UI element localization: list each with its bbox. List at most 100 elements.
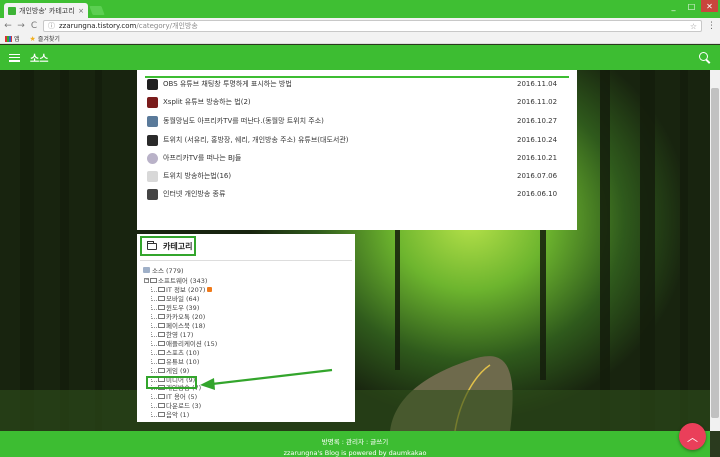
tree-branch — [151, 358, 157, 364]
folder-icon — [158, 313, 165, 319]
folder-icon — [158, 358, 165, 364]
chevron-up-icon: ︿ — [687, 430, 698, 444]
post-title[interactable]: OBS 유튜브 채팅창 투명하게 표시하는 방법 — [163, 79, 517, 89]
forward-button[interactable]: → — [17, 21, 25, 31]
new-badge-icon — [207, 286, 213, 292]
post-title[interactable]: 트위치 방송하는법(16) — [163, 171, 517, 181]
post-thumbnail — [147, 188, 158, 200]
tree-branch — [151, 367, 157, 373]
expand-icon[interactable]: − — [144, 277, 149, 283]
back-button[interactable]: ← — [4, 21, 12, 31]
post-title[interactable]: 인터넷 개인방송 종류 — [163, 189, 517, 199]
folder-icon — [158, 322, 165, 328]
post-row[interactable]: 트위치 방송하는법(16) 2016.07.06 — [147, 168, 567, 184]
post-row[interactable]: 아프리카TV를 떠나는 BJ들 2016.10.21 — [147, 150, 567, 166]
category-root[interactable]: 소스 (779) — [143, 265, 184, 275]
post-title[interactable]: 동월망님도 아프리카TV를 떠난다.(동월망 트위치 주소) — [163, 116, 517, 126]
post-thumbnail — [147, 96, 158, 108]
window-controls: _ □ ✕ — [665, 0, 718, 12]
browser-tabstrip: 개인방송' 카테고리의 × _ □ ✕ — [0, 0, 720, 18]
browser-toolbar: ← → C ⓘ zzarungna.tistory.com/category/개… — [0, 18, 720, 34]
post-title[interactable]: 트위치 (서유리, 홍방장, 쉐리, 개인방송 주소) 유튜브(대도서관) — [163, 135, 517, 145]
post-title[interactable]: 아프리카TV를 떠나는 BJ들 — [163, 153, 517, 163]
folder-icon — [158, 367, 165, 373]
category-root-label: 소스 (779) — [152, 267, 184, 275]
folder-icon — [158, 286, 165, 292]
post-date: 2016.11.04 — [517, 80, 558, 88]
post-thumbnail — [147, 115, 158, 127]
tree-branch — [151, 313, 157, 319]
site-header: 소스 — [0, 45, 720, 70]
footer-credit: zzarungna's Blog is powered by daumkakao — [283, 449, 427, 457]
tab-title: 개인방송' 카테고리의 — [19, 6, 76, 15]
close-window-button[interactable]: ✕ — [701, 0, 718, 12]
new-tab-button[interactable] — [89, 6, 105, 15]
tree-branch — [151, 331, 157, 337]
scrollbar-thumb[interactable] — [711, 88, 719, 418]
tree-branch — [151, 340, 157, 346]
post-row[interactable]: OBS 유튜브 채팅창 투명하게 표시하는 방법 2016.11.04 — [147, 76, 567, 92]
minimize-button[interactable]: _ — [665, 0, 682, 12]
folder-icon — [150, 277, 157, 283]
tree-branch — [151, 295, 157, 301]
post-row[interactable]: 인터넷 개인방송 종류 2016.06.10 — [147, 186, 567, 202]
home-folder-icon — [143, 267, 150, 273]
category-item[interactable]: 음악 (1) — [151, 409, 189, 419]
post-row[interactable]: 트위치 (서유리, 홍방장, 쉐리, 개인방송 주소) 유튜브(대도서관) 20… — [147, 132, 567, 148]
post-thumbnail — [147, 78, 158, 90]
post-date: 2016.10.21 — [517, 154, 558, 162]
address-bar[interactable]: ⓘ zzarungna.tistory.com/category/개인방송 ☆ — [43, 20, 702, 32]
post-date: 2016.11.02 — [517, 98, 558, 106]
category-label: 음악 (1) — [166, 411, 190, 419]
category-heading-label: 카테고리 — [163, 241, 193, 251]
post-date: 2016.10.24 — [517, 136, 558, 144]
tree-branch — [151, 402, 157, 408]
recent-posts-panel: OBS 유튜브 채팅창 투명하게 표시하는 방법 2016.11.04 Xspl… — [137, 70, 577, 230]
tree-branch — [151, 411, 157, 417]
folder-icon — [158, 411, 165, 417]
bookmark-favorites[interactable]: ★ 즐겨찾기 — [29, 34, 60, 44]
folder-icon — [146, 240, 157, 250]
category-heading: 카테고리 — [140, 236, 196, 256]
folder-icon — [158, 340, 165, 346]
post-title[interactable]: Xsplit 유튜브 방송하는 법(2) — [163, 97, 517, 107]
annotation-arrow-icon — [200, 368, 333, 390]
search-icon[interactable] — [699, 51, 711, 64]
apps-icon — [5, 35, 12, 42]
browser-menu-icon[interactable]: ⋮ — [707, 21, 716, 31]
bookmark-label: 즐겨찾기 — [37, 36, 60, 43]
site-footer: 방명록 : 관리자 : 글쓰기 zzarungna's Blog is powe… — [0, 431, 710, 457]
bookmark-apps[interactable]: 앱 — [5, 34, 20, 43]
post-thumbnail — [147, 134, 158, 146]
tree-branch — [151, 304, 157, 310]
folder-icon — [158, 349, 165, 355]
post-date: 2016.06.10 — [517, 190, 558, 198]
url-host: zzarungna.tistory.com — [59, 22, 137, 30]
favicon-icon — [8, 6, 16, 15]
page-icon: ⓘ — [48, 22, 55, 30]
scroll-top-button[interactable]: ︿ — [679, 423, 706, 450]
tab-close-icon[interactable]: × — [78, 7, 84, 15]
maximize-button[interactable]: □ — [683, 0, 700, 12]
tree-branch — [151, 286, 157, 292]
footer-links[interactable]: 방명록 : 관리자 : 글쓰기 — [0, 436, 710, 446]
menu-icon[interactable] — [9, 53, 20, 62]
star-icon: ★ — [29, 34, 36, 43]
post-row[interactable]: 동월망님도 아프리카TV를 떠난다.(동월망 트위치 주소) 2016.10.2… — [147, 113, 567, 129]
tree-branch — [151, 322, 157, 328]
folder-icon — [158, 331, 165, 337]
post-thumbnail — [147, 152, 158, 164]
browser-tab[interactable]: 개인방송' 카테고리의 × — [4, 3, 88, 18]
folder-icon — [158, 393, 165, 399]
post-thumbnail — [147, 170, 158, 182]
bookmark-star-icon[interactable]: ☆ — [690, 22, 697, 31]
tree-branch — [151, 349, 157, 355]
tree-branch — [151, 393, 157, 399]
reload-button[interactable]: C — [30, 21, 38, 31]
post-date: 2016.07.06 — [517, 172, 558, 180]
site-title[interactable]: 소스 — [30, 50, 48, 65]
bookmarks-bar: 앱 ★ 즐겨찾기 — [0, 34, 720, 44]
folder-icon — [158, 295, 165, 301]
post-row[interactable]: Xsplit 유튜브 방송하는 법(2) 2016.11.02 — [147, 94, 567, 110]
post-date: 2016.10.27 — [517, 117, 558, 125]
